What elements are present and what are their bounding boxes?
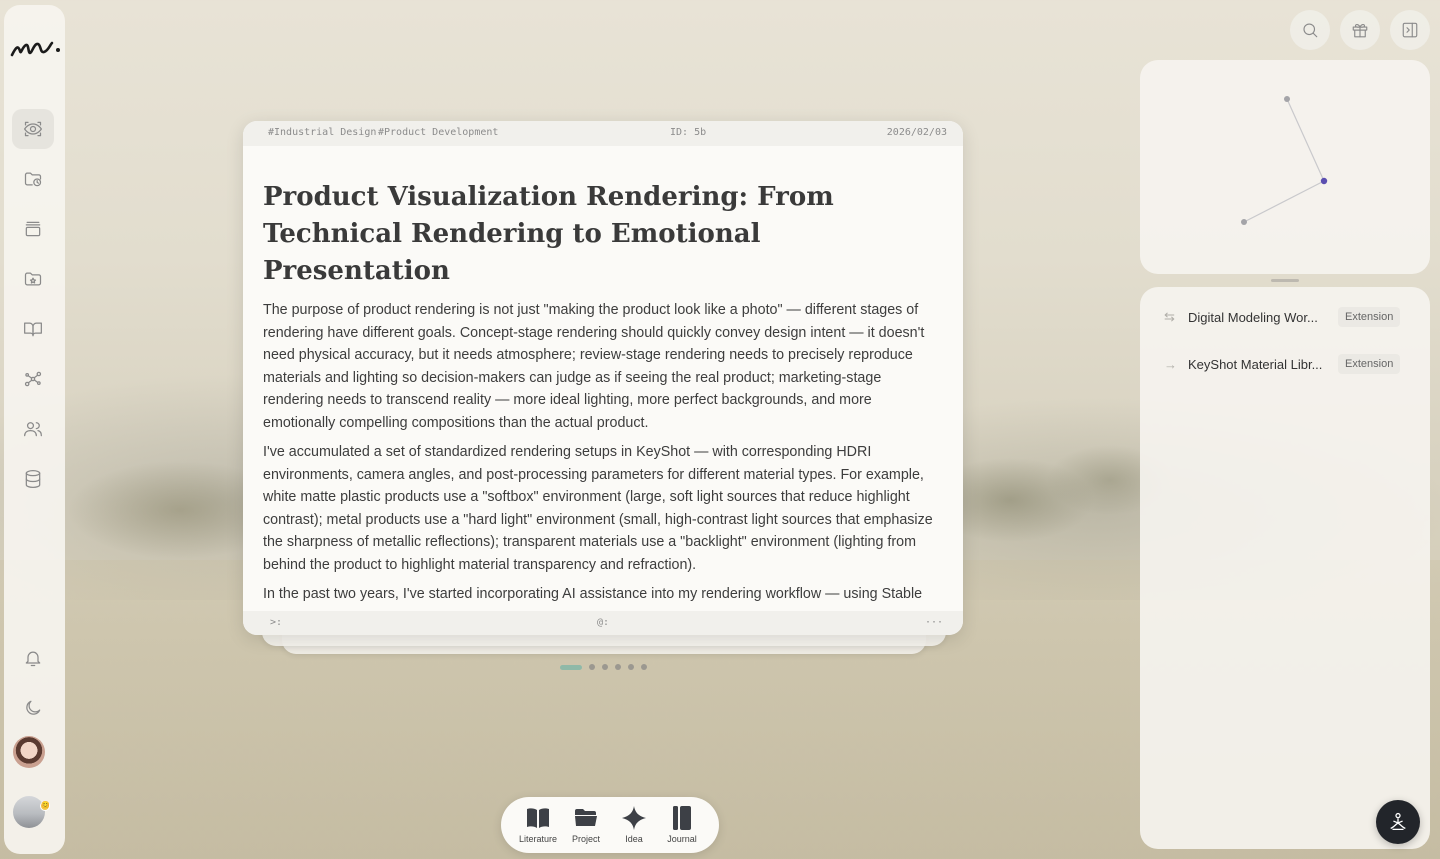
card-id: ID: 5b [670, 127, 707, 138]
tag-link[interactable]: #Industrial Design [268, 127, 376, 138]
knowledge-graph[interactable] [1140, 60, 1430, 274]
book-open-icon [24, 322, 42, 337]
nav-theme-toggle[interactable] [12, 688, 54, 728]
app-logo[interactable] [8, 33, 62, 63]
book-icon [527, 808, 549, 828]
left-sidebar [4, 5, 65, 854]
mention-prompt[interactable]: @: [597, 617, 609, 628]
panel-toggle-icon [1402, 22, 1418, 38]
dock-journal[interactable]: Journal [658, 805, 706, 849]
folder-clock-icon [24, 172, 42, 187]
graph-panel[interactable] [1140, 60, 1430, 274]
note-card[interactable]: #Industrial Design #Product Development … [243, 121, 963, 635]
reference-prompt[interactable]: >: [270, 617, 282, 628]
nav-people[interactable] [12, 409, 54, 449]
paragraph: In the past two years, I've started inco… [263, 586, 923, 602]
graph-node[interactable] [1284, 96, 1290, 102]
pager-dot[interactable] [641, 664, 647, 670]
dock-project[interactable]: Project [562, 805, 610, 849]
paragraph: The purpose of product rendering is not … [263, 302, 925, 431]
folder-icon [575, 809, 597, 826]
more-options-icon[interactable]: ··· [925, 617, 943, 628]
search-button[interactable] [1290, 10, 1330, 50]
layers-icon [25, 221, 41, 237]
pager-dot[interactable] [615, 664, 621, 670]
users-icon [24, 422, 42, 437]
pager-dot[interactable] [628, 664, 634, 670]
bell-icon [25, 651, 41, 667]
dock-label: Project [571, 834, 600, 844]
link-title: KeyShot Material Libr... [1188, 356, 1323, 372]
user-avatar[interactable] [13, 736, 45, 768]
link-item[interactable]: ⇆ Digital Modeling Wor... Extension [1164, 305, 1404, 329]
link-tag: Extension [1338, 354, 1401, 374]
graph-node-active[interactable] [1320, 177, 1328, 185]
pager-indicator-active[interactable] [560, 664, 582, 670]
nav-discover[interactable] [12, 109, 54, 149]
card-title: Product Visualization Rendering: From Te… [263, 182, 834, 286]
sparkle-icon [622, 806, 646, 830]
paragraph: I've accumulated a set of standardized r… [263, 444, 933, 573]
graph-node[interactable] [1241, 219, 1247, 225]
database-icon [25, 470, 41, 488]
panel-toggle-button[interactable] [1390, 10, 1430, 50]
nav-recent[interactable] [12, 159, 54, 199]
pager-dot[interactable] [589, 664, 595, 670]
eye-icon [24, 121, 42, 137]
nav-graph[interactable] [12, 359, 54, 399]
bottom-dock: Literature Project Idea Journal [501, 797, 719, 853]
panel-resize-handle[interactable] [1271, 279, 1299, 282]
dock-idea[interactable]: Idea [610, 805, 658, 849]
card-date: 2026/02/03 [886, 127, 947, 138]
journal-icon [673, 806, 691, 830]
dock-label: Journal [667, 834, 697, 844]
dock-literature[interactable]: Literature [514, 805, 562, 849]
link-tag: Extension [1338, 307, 1401, 327]
gift-button[interactable] [1340, 10, 1380, 50]
nav-starred[interactable] [12, 259, 54, 299]
card-footer: >: @: ··· [243, 611, 963, 635]
link-title: Digital Modeling Wor... [1188, 309, 1318, 325]
card-header: #Industrial Design #Product Development … [243, 121, 963, 146]
bidirectional-arrow-icon: ⇆ [1164, 309, 1175, 324]
arrow-right-icon: → [1164, 356, 1177, 372]
graph-icon [24, 371, 42, 387]
meditation-icon [1390, 812, 1406, 830]
ai-assistant-button[interactable] [1376, 800, 1420, 844]
moon-icon [26, 700, 41, 715]
card-pager [560, 663, 647, 671]
workspace-avatar[interactable] [13, 796, 45, 828]
nav-database[interactable] [12, 459, 54, 499]
gift-icon [1352, 24, 1368, 38]
status-badge: 😊 [40, 801, 50, 811]
card-body[interactable]: The purpose of product rendering is not … [263, 299, 945, 613]
dock-label: Literature [518, 834, 558, 844]
nav-cards[interactable] [12, 209, 54, 249]
dock-label: Idea [625, 834, 643, 844]
link-item[interactable]: → KeyShot Material Libr... Extension [1164, 352, 1404, 376]
tag-link[interactable]: #Product Development [378, 127, 498, 138]
folder-star-icon [24, 272, 42, 286]
links-panel: ⇆ Digital Modeling Wor... Extension → Ke… [1140, 287, 1430, 849]
pager-dot[interactable] [602, 664, 608, 670]
nav-library[interactable] [12, 309, 54, 349]
search-icon [1303, 23, 1318, 38]
nav-notifications[interactable] [12, 638, 54, 678]
